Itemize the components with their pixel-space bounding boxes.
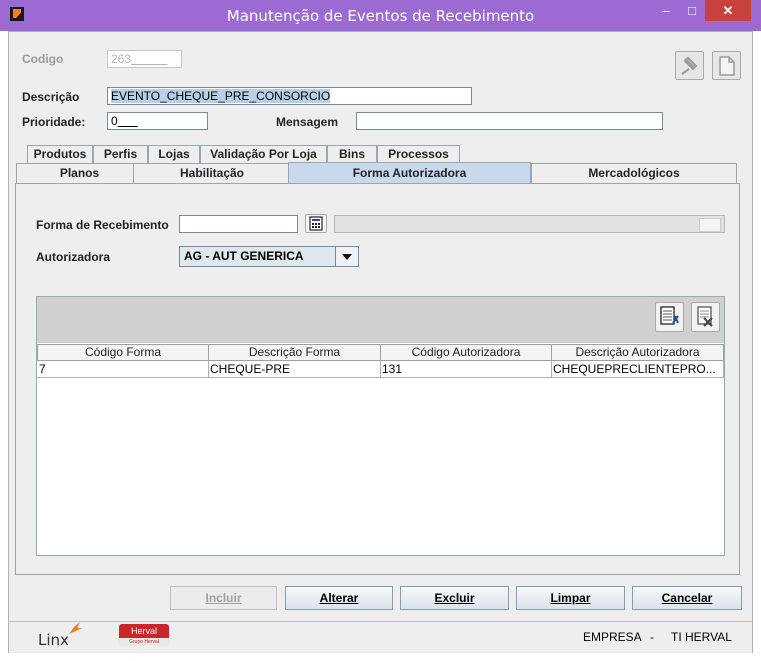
codigo-value: 263 [111,52,132,66]
close-button[interactable]: ✕ [705,0,751,21]
status-separator: - [650,630,654,644]
new-document-button[interactable] [712,51,741,80]
column-descricao-autorizadora[interactable]: Descrição Autorizadora [551,344,724,361]
cancelar-button[interactable]: Cancelar [632,586,742,610]
prioridade-label: Prioridade: [22,115,86,129]
table-cell[interactable]: CHEQUE-PRE [208,361,381,378]
table-cell[interactable]: 7 [37,361,209,378]
descricao-value: EVENTO_CHEQUE_PRE_CONSORCIO [111,89,331,103]
autorizadora-label: Autorizadora [36,250,111,264]
tab-validacao-por-loja[interactable]: Validação Por Loja [200,145,327,163]
herval-logo-sub: Grupo Herval [119,638,169,646]
pin-button[interactable] [675,51,704,80]
tab-planos[interactable]: Planos [16,163,143,183]
title-bar: Manutenção de Eventos de Recebimento – □… [0,0,761,31]
tab-habilitacao[interactable]: Habilitação [133,163,291,183]
incluir-button[interactable]: Incluir [170,586,277,610]
minimize-button[interactable]: – [653,0,679,21]
tab-forma-autorizadora[interactable]: Forma Autorizadora [288,162,531,184]
descricao-label: Descrição [22,90,80,104]
autorizadora-value: AG - AUT GENERICA [184,249,304,263]
search-forma-button[interactable] [305,214,327,233]
descricao-input[interactable]: EVENTO_CHEQUE_PRE_CONSORCIO [107,87,472,105]
remove-row-icon [697,306,713,327]
autorizadora-select[interactable]: AG - AUT GENERICA [179,246,359,267]
tab-perfis[interactable]: Perfis [93,145,148,163]
pin-icon [681,56,698,75]
maximize-button[interactable]: □ [679,0,705,21]
forma-recebimento-input[interactable] [179,215,298,233]
table-cell[interactable]: CHEQUEPRECLIENTEPRO... [551,361,724,378]
linx-logo: Linx [38,631,69,649]
window-title: Manutenção de Eventos de Recebimento [226,7,535,25]
document-icon [719,56,735,76]
herval-logo: Herval Grupo Herval [119,624,169,646]
tab-mercadologicos[interactable]: Mercadológicos [531,163,737,183]
limpar-button[interactable]: Limpar [516,586,625,610]
table-toolbar [37,297,724,343]
table-cell[interactable]: 131 [380,361,552,378]
empresa-value: TI HERVAL [671,630,732,644]
lookup-icon [309,216,323,231]
column-descricao-forma[interactable]: Descrição Forma [208,344,381,361]
tab-processos[interactable]: Processos [377,145,460,163]
remove-row-button[interactable] [691,302,720,332]
forma-description-field [334,215,725,233]
prioridade-input[interactable]: 0 [107,112,208,130]
linx-spark-icon [69,622,82,634]
mensagem-label: Mensagem [276,115,339,129]
add-row-button[interactable] [655,302,684,332]
tab-lojas[interactable]: Lojas [148,145,200,163]
alterar-button[interactable]: Alterar [285,586,393,610]
forma-recebimento-label: Forma de Recebimento [36,218,169,232]
excluir-button[interactable]: Excluir [400,586,509,610]
codigo-label: Codigo [22,52,64,66]
column-codigo-forma[interactable]: Código Forma [37,344,209,361]
chevron-down-icon[interactable] [335,247,358,266]
tab-bins[interactable]: Bins [327,145,377,163]
codigo-field: 263 [107,50,182,68]
herval-logo-text: Herval [119,624,169,638]
tab-produtos[interactable]: Produtos [27,145,93,163]
empresa-label: EMPRESA [583,630,642,644]
column-codigo-autorizadora[interactable]: Código Autorizadora [380,344,552,361]
authorizations-table: Código Forma Descrição Forma Código Auto… [36,296,725,556]
prioridade-value: 0 [111,114,118,128]
mensagem-input[interactable] [356,112,663,130]
add-row-icon [660,306,679,325]
